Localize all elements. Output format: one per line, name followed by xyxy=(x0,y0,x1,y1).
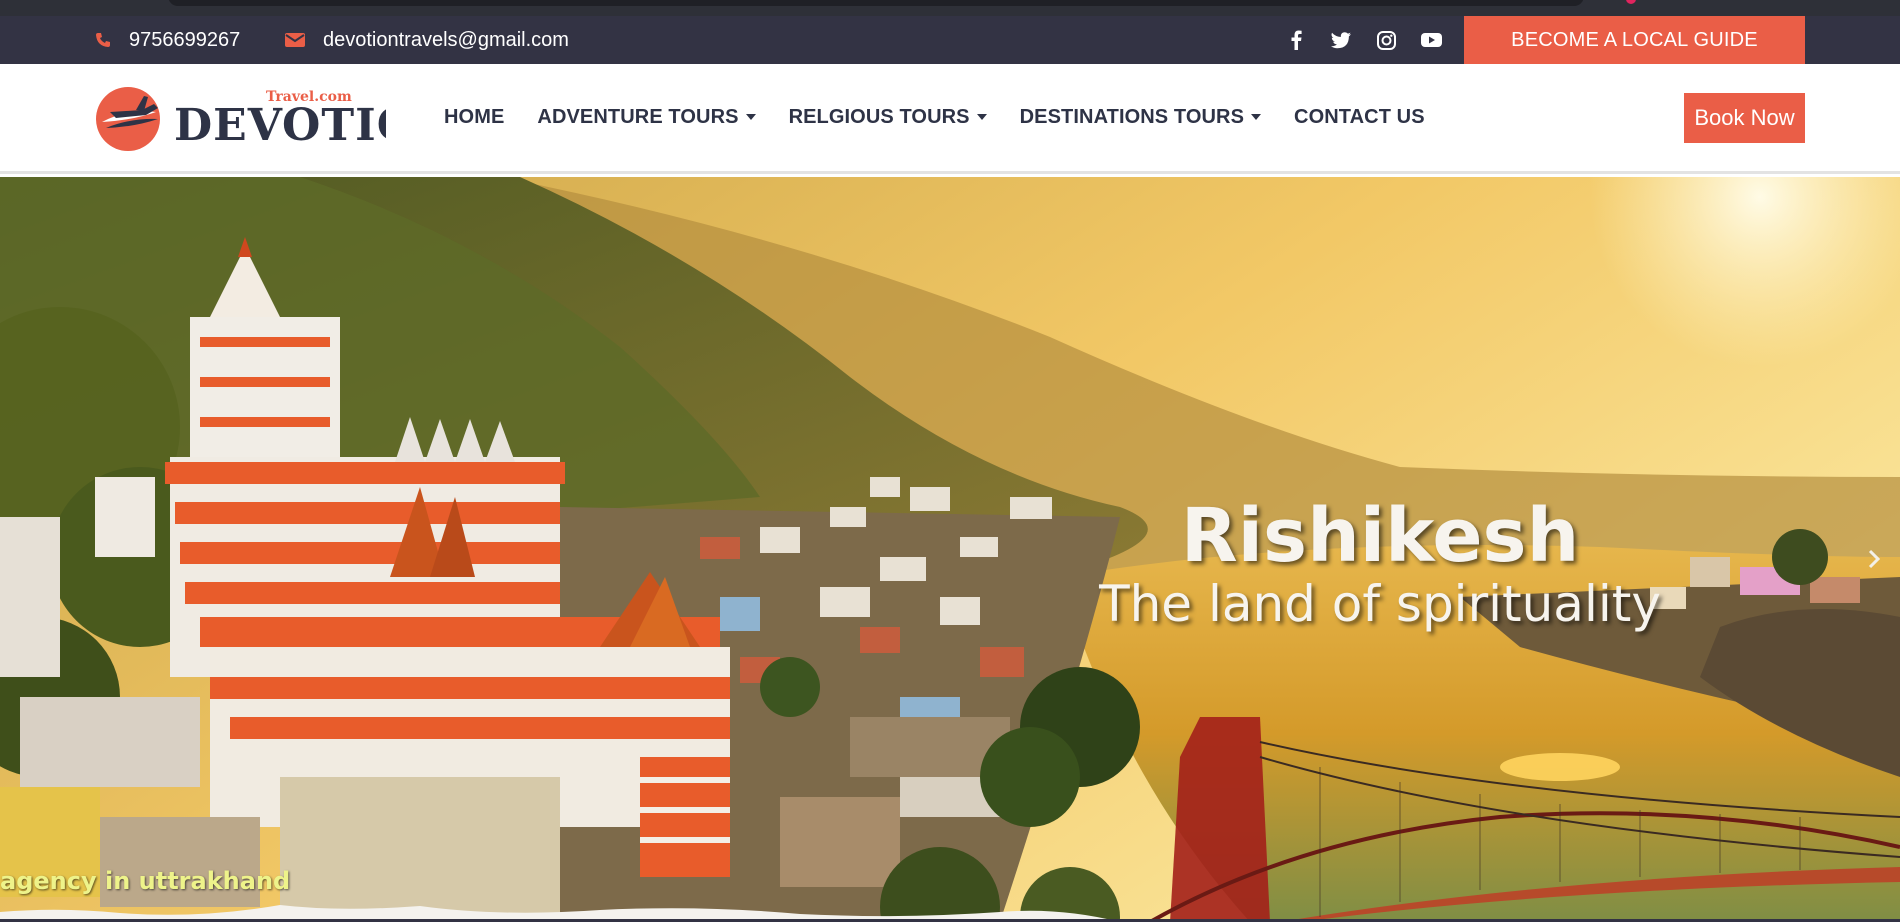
caret-down-icon xyxy=(1251,114,1262,120)
phone-number: 9756699267 xyxy=(129,28,241,51)
nav-item-label: ADVENTURE TOURS xyxy=(537,105,739,128)
hero-subtitle: The land of spirituality xyxy=(1099,575,1661,633)
nav-item-label: HOME xyxy=(444,105,505,128)
nav-item-label: CONTACT US xyxy=(1294,105,1425,128)
facebook-icon[interactable] xyxy=(1285,29,1307,51)
hero-ticker-text: agency in uttrakhand xyxy=(0,867,291,895)
browser-url-bar[interactable] xyxy=(168,0,1584,6)
phone-contact[interactable]: 9756699267 xyxy=(95,16,240,64)
envelope-icon xyxy=(285,33,305,47)
email-address: devotiontravels@gmail.com xyxy=(323,28,569,51)
instagram-icon[interactable] xyxy=(1375,29,1397,51)
social-links xyxy=(1285,16,1465,64)
hero-slider: Rishikesh The land of spirituality agenc… xyxy=(0,177,1900,922)
nav-item-contact-us[interactable]: CONTACT US xyxy=(1294,106,1425,129)
youtube-icon[interactable] xyxy=(1420,29,1442,51)
book-now-button[interactable]: Book Now xyxy=(1684,93,1805,143)
main-navigation: Travel.com DEVOTION HOME ADVENTURE TOURS… xyxy=(0,64,1900,174)
logo-mark: Travel.com DEVOTION xyxy=(96,87,456,151)
nav-item-religious-tours[interactable]: RELGIOUS TOURS xyxy=(789,106,987,129)
nav-menu: HOME ADVENTURE TOURS RELGIOUS TOURS DEST… xyxy=(444,64,1458,170)
hero-title: Rishikesh xyxy=(1180,493,1580,579)
phone-icon xyxy=(96,33,110,47)
nav-item-label: RELGIOUS TOURS xyxy=(788,105,970,128)
twitter-icon[interactable] xyxy=(1330,29,1352,51)
devotion-travel-logo[interactable]: Travel.com DEVOTION xyxy=(96,82,456,152)
caret-down-icon xyxy=(976,114,987,120)
become-local-guide-button[interactable]: BECOME A LOCAL GUIDE xyxy=(1464,16,1805,64)
nav-item-label: DESTINATIONS TOURS xyxy=(1019,105,1245,128)
nav-item-destinations-tours[interactable]: DESTINATIONS TOURS xyxy=(1019,105,1262,129)
browser-chrome xyxy=(0,0,1900,16)
caret-down-icon xyxy=(745,114,756,120)
nav-item-adventure-tours[interactable]: ADVENTURE TOURS xyxy=(537,105,756,129)
nav-item-home[interactable]: HOME xyxy=(444,106,504,129)
browser-indicator-icon xyxy=(1626,0,1636,4)
slider-next-arrow-icon[interactable] xyxy=(1862,547,1886,571)
email-contact[interactable]: devotiontravels@gmail.com xyxy=(285,16,569,64)
logo-name: DEVOTION xyxy=(174,100,386,151)
top-contact-bar: 9756699267 devotiontravels@gmail.com BEC… xyxy=(0,16,1900,64)
